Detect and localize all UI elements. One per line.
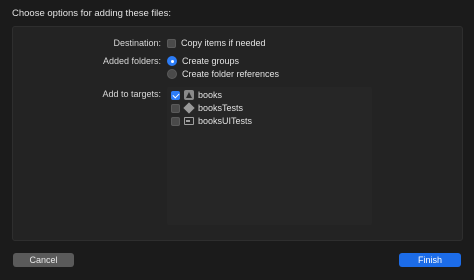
- target-booksuitests-checkbox[interactable]: [171, 116, 180, 126]
- dialog-title: Choose options for adding these files:: [12, 8, 171, 19]
- target-bookstests-label: booksTests: [198, 103, 244, 113]
- target-bookstests-checkbox[interactable]: [171, 103, 180, 113]
- copy-items-option[interactable]: Copy items if needed: [167, 38, 266, 48]
- create-groups-option[interactable]: Create groups: [167, 56, 239, 66]
- target-item-books[interactable]: books: [171, 90, 222, 100]
- destination-label: Destination:: [113, 38, 161, 48]
- target-booksuitests-label: booksUITests: [198, 116, 253, 126]
- create-groups-radio[interactable]: [167, 56, 177, 66]
- target-item-booksuitests[interactable]: booksUITests: [171, 116, 252, 126]
- ui-test-target-icon: [184, 117, 194, 125]
- target-books-checkbox[interactable]: [171, 90, 180, 100]
- copy-items-checkbox[interactable]: [167, 38, 176, 48]
- added-folders-label: Added folders:: [102, 56, 161, 66]
- unit-test-target-icon: [183, 102, 195, 114]
- copy-items-label: Copy items if needed: [181, 38, 266, 48]
- finish-button[interactable]: Finish: [399, 253, 461, 267]
- create-folder-references-radio[interactable]: [167, 69, 177, 79]
- create-folder-references-label: Create folder references: [182, 69, 280, 79]
- add-to-targets-label: Add to targets:: [102, 89, 161, 99]
- create-folder-references-option[interactable]: Create folder references: [167, 69, 279, 79]
- targets-list[interactable]: books booksTests booksUITests: [167, 87, 372, 225]
- target-books-label: books: [198, 90, 223, 100]
- cancel-button[interactable]: Cancel: [13, 253, 74, 267]
- target-item-bookstests[interactable]: booksTests: [171, 102, 244, 114]
- app-target-icon: [184, 90, 194, 100]
- create-groups-label: Create groups: [182, 56, 240, 66]
